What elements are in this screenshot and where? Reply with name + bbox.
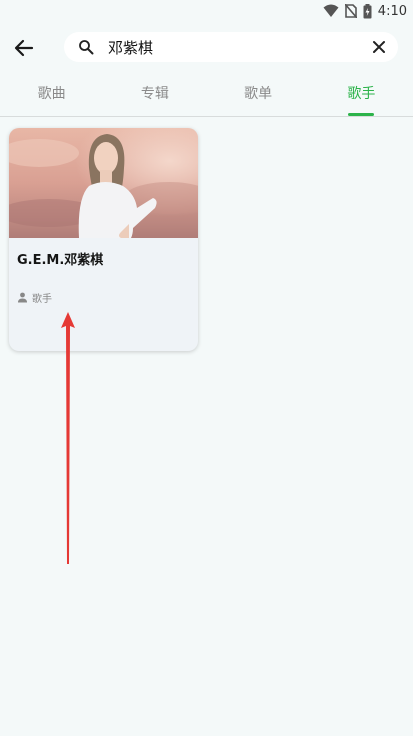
artist-image <box>9 128 198 238</box>
person-icon <box>18 292 27 303</box>
artist-type: 歌手 <box>17 290 52 305</box>
tab-songs[interactable]: 歌曲 <box>0 78 103 116</box>
artist-photo-graphic <box>9 128 198 238</box>
status-time: 4:10 <box>377 3 407 19</box>
tab-albums[interactable]: 专辑 <box>103 78 206 116</box>
search-box[interactable] <box>64 32 398 62</box>
tab-bar: 歌曲 专辑 歌单 歌手 <box>0 78 413 116</box>
search-icon <box>79 40 94 55</box>
battery-charging-icon <box>363 3 372 18</box>
tab-artists[interactable]: 歌手 <box>310 78 413 116</box>
back-button[interactable] <box>10 36 38 60</box>
status-icons: 4:10 <box>323 2 407 20</box>
status-bar: 4:10 <box>0 0 413 22</box>
artist-name: G.E.M.邓紫棋 <box>17 253 104 268</box>
artist-card[interactable]: G.E.M.邓紫棋 歌手 <box>9 128 198 351</box>
arrow-up-annotation <box>61 312 75 564</box>
artist-type-label: 歌手 <box>32 294 52 305</box>
no-sim-icon <box>344 4 357 18</box>
close-icon[interactable] <box>372 40 386 54</box>
tab-playlists[interactable]: 歌单 <box>207 78 310 116</box>
arrow-left-icon <box>14 39 34 57</box>
wifi-icon <box>323 4 339 17</box>
search-input[interactable] <box>108 36 348 58</box>
tabs-divider <box>0 116 413 117</box>
